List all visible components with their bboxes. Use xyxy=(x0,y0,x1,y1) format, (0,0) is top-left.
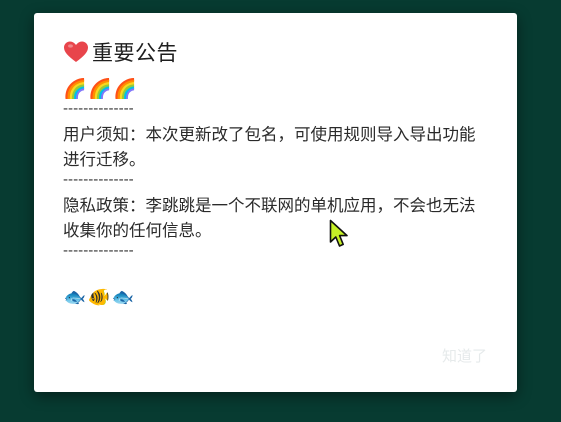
privacy-policy-text: 隐私政策：李跳跳是一个不联网的单机应用，不会也无法收集你的任何信息。 xyxy=(63,196,476,240)
got-it-button[interactable]: 知道了 xyxy=(438,341,491,370)
rainbow-icon: 🌈 xyxy=(88,78,112,100)
dialog-title: 重要公告 xyxy=(92,41,178,65)
separator-line: -------------- xyxy=(63,243,134,259)
user-notice-text: 用户须知：本次更新改了包名，可使用规则导入导出功能进行迁移。 xyxy=(63,125,476,169)
rainbow-icon: 🌈 xyxy=(113,78,137,100)
separator-line: -------------- xyxy=(63,101,134,117)
separator-line: -------------- xyxy=(63,172,134,188)
announcement-dialog: 重要公告 🌈 🌈 🌈 -------------- 用户须知：本次更新改了包名，… xyxy=(34,13,517,392)
fish-icon: 🐟 xyxy=(63,287,87,308)
tropical-fish-icon: 🐠 xyxy=(87,287,111,308)
rainbow-icon: 🌈 xyxy=(63,78,87,100)
fish-row: 🐟 🐠 🐟 xyxy=(63,286,489,310)
fish-icon: 🐟 xyxy=(111,287,135,308)
heart-icon xyxy=(64,41,88,62)
rainbow-row: 🌈 🌈 🌈 xyxy=(63,77,489,101)
dialog-title-row: 重要公告 xyxy=(63,37,489,67)
